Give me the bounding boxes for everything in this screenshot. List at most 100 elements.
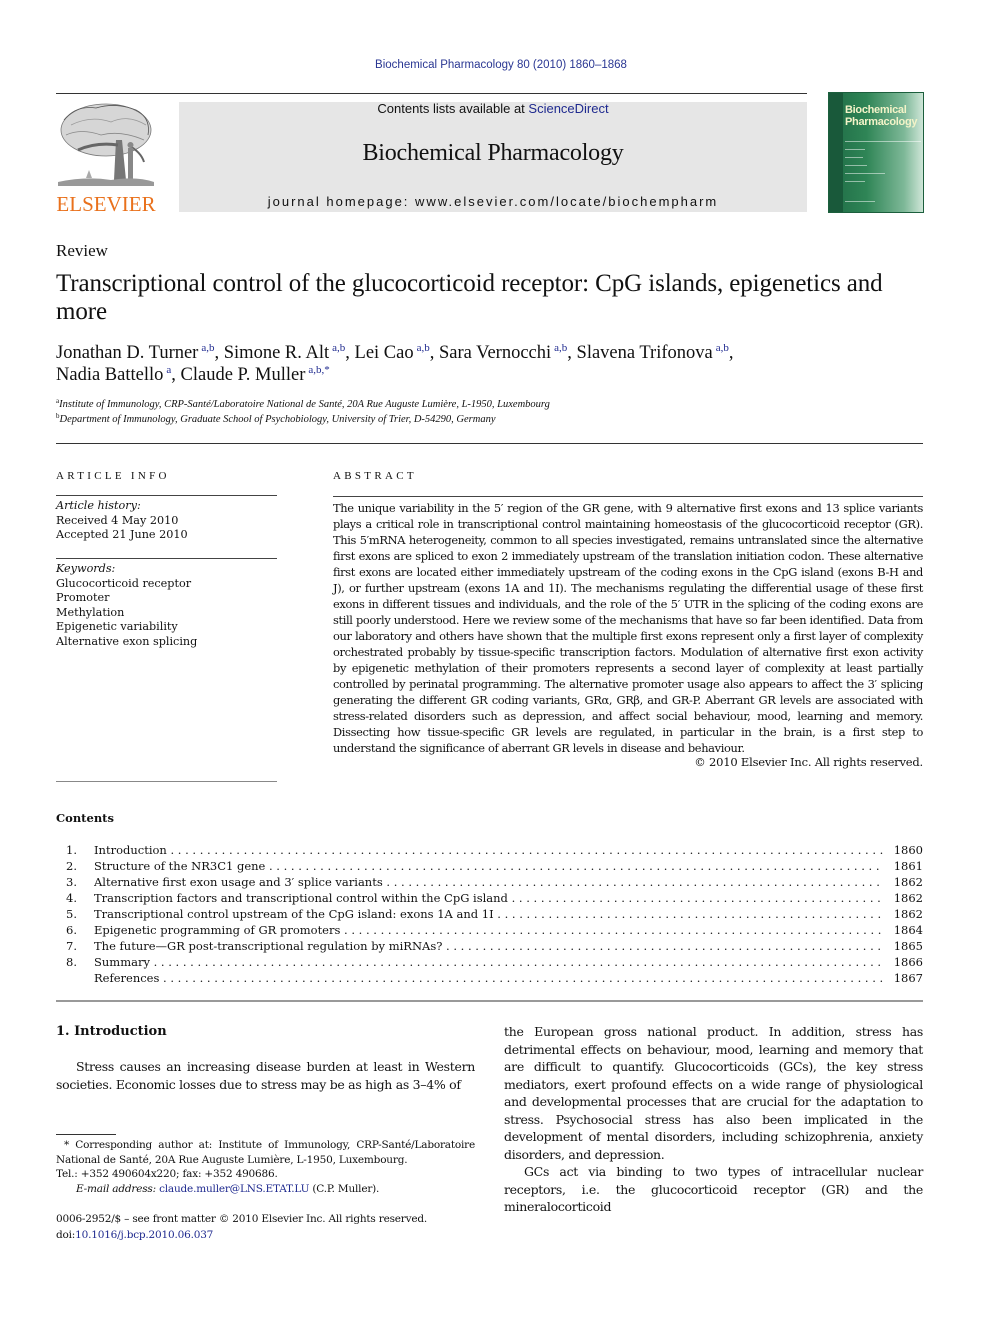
author-name: Sara Vernocchi xyxy=(438,343,552,363)
abstract-heading: ABSTRACT xyxy=(333,470,417,482)
author-name: Jonathan D. Turner xyxy=(56,343,199,363)
journal-name: Biochemical Pharmacology xyxy=(362,140,624,166)
toc-entry[interactable]: 5. Transcriptional control upstream of th… xyxy=(56,907,923,923)
keyword: Promoter xyxy=(56,591,110,604)
doi-link[interactable]: 10.1016/j.bcp.2010.06.037 xyxy=(75,1229,213,1241)
author-separator: , xyxy=(214,343,224,363)
toc-number: 8. xyxy=(66,955,77,969)
affiliation: bDepartment of Immunology, Graduate Scho… xyxy=(56,412,936,427)
cover-line xyxy=(845,201,875,202)
cover-divider xyxy=(845,141,921,142)
tree-icon xyxy=(58,103,154,186)
keyword: Alternative exon splicing xyxy=(56,634,198,648)
author-separator: , xyxy=(728,343,734,363)
toc-title[interactable]: Summary xyxy=(94,955,883,969)
email-suffix: (C.P. Muller). xyxy=(309,1182,380,1195)
elsevier-wordmark[interactable]: ELSEVIER xyxy=(56,192,156,217)
toc-page-number: 1866 xyxy=(893,955,923,969)
author-affiliation-link[interactable]: a,b xyxy=(554,342,567,354)
abstract-copyright: © 2010 Elsevier Inc. All rights reserved… xyxy=(694,755,923,769)
author-name: Lei Cao xyxy=(354,343,414,363)
cover-title-line2: Pharmacology xyxy=(845,116,918,128)
toc-entry[interactable]: 7. The future—GR post-transcriptional reg… xyxy=(56,939,923,955)
toc-title[interactable]: The future—GR post-transcriptional regul… xyxy=(94,939,883,953)
contents-available-line: Contents lists available at ScienceDirec… xyxy=(179,101,807,116)
toc-title-text: Summary xyxy=(94,955,150,969)
article-title: Transcriptional control of the glucocort… xyxy=(56,270,883,325)
introduction-left-column: Stress causes an increasing disease burd… xyxy=(56,1058,475,1093)
introduction-right-column: the European gross national product. In … xyxy=(504,1023,923,1216)
title-rule xyxy=(56,443,923,444)
author-affiliation-link[interactable]: a,b xyxy=(716,342,729,354)
article-info-rule xyxy=(56,558,277,559)
body-paragraph: GCs act via binding to two types of intr… xyxy=(504,1164,923,1214)
author-list: Jonathan D. Turner a,b, Simone R. Alt a,b,… xyxy=(56,342,936,386)
toc-entry[interactable]: 6. Epigenetic programming of GR promoters… xyxy=(56,923,923,939)
toc-page-number: 1861 xyxy=(893,859,923,873)
toc-page-number: 1862 xyxy=(893,891,923,905)
author-name: Slavena Trifonova xyxy=(576,343,713,363)
toc-title-text: The future—GR post-transcriptional regul… xyxy=(94,939,443,953)
toc-entry[interactable]: References 1867 xyxy=(56,971,923,987)
toc-page-number: 1865 xyxy=(893,939,923,953)
toc-title[interactable]: Transcriptional control upstream of the … xyxy=(94,907,883,921)
introduction-heading: 1. Introduction xyxy=(56,1024,167,1039)
author-affiliation-link[interactable]: a,b xyxy=(332,342,345,354)
accepted-date: Accepted 21 June 2010 xyxy=(56,528,188,541)
affiliation: aInstitute of Immunology, CRP-Santé/Labo… xyxy=(56,397,936,412)
cover-title-line1: Biochemical xyxy=(845,104,907,116)
cover-line xyxy=(845,149,865,150)
footnote-rule xyxy=(56,1134,116,1135)
author-name: Nadia Battello xyxy=(56,365,164,385)
homepage-link[interactable]: www.elsevier.com/locate/biochempharm xyxy=(415,194,718,209)
toc-number: 3. xyxy=(66,875,77,889)
article-info-rule xyxy=(56,495,277,496)
cover-line xyxy=(845,173,885,174)
keyword: Glucocorticoid receptor xyxy=(56,576,192,590)
article-info-heading: ARTICLE INFO xyxy=(56,470,170,482)
toc-title[interactable]: Introduction xyxy=(94,843,883,857)
email-line: E-mail address: claude.muller@LNS.ETAT.L… xyxy=(56,1182,475,1197)
journal-cover-thumbnail[interactable]: Biochemical Pharmacology xyxy=(828,92,924,213)
doi-label: doi: xyxy=(56,1229,76,1241)
toc-entry[interactable]: 1. Introduction 1860 xyxy=(56,843,923,859)
author-affiliation-link[interactable]: a,b xyxy=(201,342,214,354)
author-name: Claude P. Muller xyxy=(180,365,306,385)
toc-entry[interactable]: 4. Transcription factors and transcriptio… xyxy=(56,891,923,907)
affiliation-text: Department of Immunology, Graduate Schoo… xyxy=(59,414,496,425)
toc-title-text: Introduction xyxy=(94,843,167,857)
sciencedirect-link[interactable]: ScienceDirect xyxy=(528,101,608,116)
abstract-rule xyxy=(333,496,923,497)
author-affiliation-link[interactable]: a,b xyxy=(417,342,430,354)
toc-title[interactable]: Alternative first exon usage and 3′ spli… xyxy=(94,875,883,889)
toc-number: 2. xyxy=(66,859,77,873)
affiliations: aInstitute of Immunology, CRP-Santé/Labo… xyxy=(56,397,936,427)
toc-title[interactable]: Structure of the NR3C1 gene xyxy=(94,859,883,873)
contents-rule xyxy=(56,1000,923,1002)
toc-page-number: 1860 xyxy=(893,843,923,857)
email-link[interactable]: claude.muller@LNS.ETAT.LU xyxy=(159,1183,309,1195)
journal-citation[interactable]: Biochemical Pharmacology 80 (2010) 1860–… xyxy=(0,59,992,71)
contents-heading: Contents xyxy=(56,811,114,825)
toc-entry[interactable]: 3. Alternative first exon usage and 3′ sp… xyxy=(56,875,923,891)
issn-line: 0006-2952/$ – see front matter © 2010 El… xyxy=(56,1213,428,1225)
keyword: Epigenetic variability xyxy=(56,620,178,633)
doi-line: doi:10.1016/j.bcp.2010.06.037 xyxy=(56,1227,496,1243)
cover-line xyxy=(845,165,867,166)
phone-fax: Tel.: +352 490604x220; fax: +352 490686. xyxy=(56,1168,278,1180)
abstract-text: The unique variability in the 5′ region … xyxy=(333,501,923,755)
toc-title-text: Structure of the NR3C1 gene xyxy=(94,859,266,873)
toc-title-text: Alternative first exon usage and 3′ spli… xyxy=(94,875,383,889)
author-affiliation-link[interactable]: a,b,* xyxy=(308,364,329,376)
toc-entry[interactable]: 2. Structure of the NR3C1 gene 1861 xyxy=(56,859,923,875)
author-separator: , xyxy=(429,343,439,363)
toc-title-text: Transcriptional control upstream of the … xyxy=(94,907,494,921)
toc-title[interactable]: Epigenetic programming of GR promoters xyxy=(94,923,883,937)
toc-entry[interactable]: 8. Summary 1866 xyxy=(56,955,923,971)
corresponding-author-footnote: * Corresponding author at: Institute of … xyxy=(56,1138,475,1196)
header-rule xyxy=(56,93,807,94)
toc-title[interactable]: References xyxy=(94,971,883,985)
article-type: Review xyxy=(56,241,108,260)
cover-strip xyxy=(829,93,843,212)
toc-title[interactable]: Transcription factors and transcriptiona… xyxy=(94,891,883,905)
